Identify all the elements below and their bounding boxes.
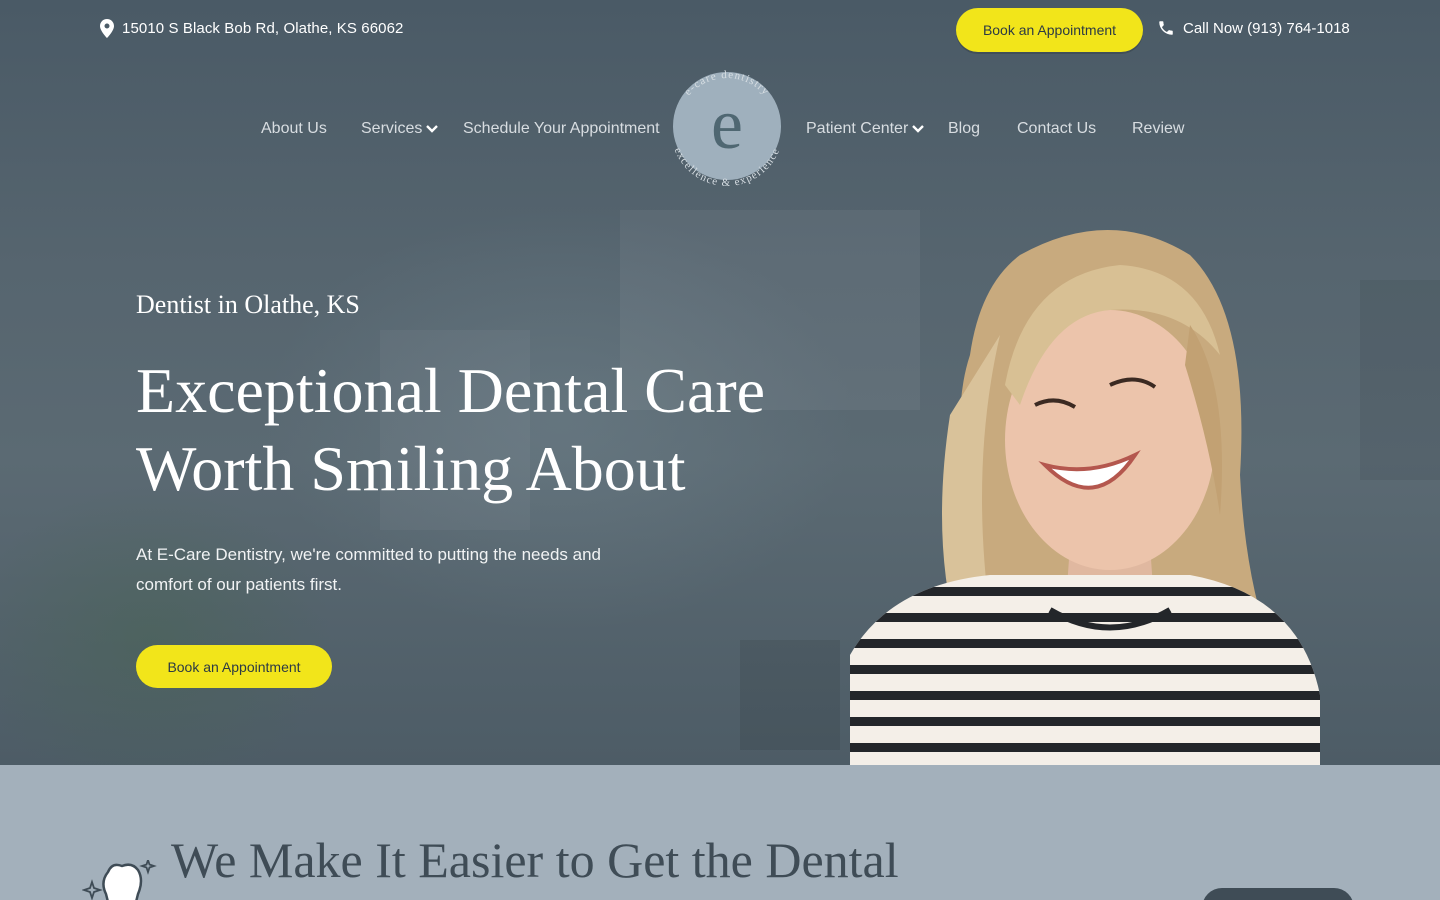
- nav-label: Services: [361, 120, 423, 137]
- hero-eyebrow: Dentist in Olathe, KS: [136, 290, 360, 319]
- nav-item-patient-center[interactable]: Patient Center: [806, 120, 925, 138]
- address-text: 15010 S Black Bob Rd, Olathe, KS 66062: [122, 20, 404, 37]
- hero-lede: At E-Care Dentistry, we're committed to …: [136, 545, 601, 594]
- top-bar: 15010 S Black Bob Rd, Olathe, KS 66062 B…: [0, 0, 1440, 60]
- headline-line-1: Exceptional Dental Care: [136, 355, 766, 426]
- smiling-woman-image: [850, 230, 1320, 765]
- nav-item-review[interactable]: Review: [1132, 120, 1184, 138]
- map-pin-icon: [100, 19, 114, 38]
- nav-item-services[interactable]: Services: [361, 120, 439, 138]
- nav-label: Schedule Your Appointment: [463, 120, 660, 137]
- easier-section: We Make It Easier to Get the Dental: [0, 765, 1440, 900]
- call-now-text: Call Now (913) 764-1018: [1183, 19, 1350, 37]
- nav-label: Review: [1132, 120, 1185, 137]
- nav-label: Blog: [948, 120, 981, 137]
- section-title: We Make It Easier to Get the Dental: [171, 832, 899, 888]
- nav-label: Contact Us: [1017, 120, 1097, 137]
- nav-item-schedule[interactable]: Schedule Your Appointment: [463, 120, 660, 138]
- nav-label: About Us: [261, 120, 327, 137]
- call-now-link[interactable]: Call Now (913) 764-1018: [1157, 19, 1350, 37]
- nav-item-contact-us[interactable]: Contact Us: [1017, 120, 1096, 138]
- nav-label: Patient Center: [806, 120, 909, 137]
- phone-icon: [1159, 21, 1173, 35]
- nav-item-about-us[interactable]: About Us: [261, 120, 327, 138]
- hero-headline: Exceptional Dental Care Worth Smiling Ab…: [136, 352, 816, 508]
- book-appointment-button[interactable]: Book an Appointment: [956, 8, 1143, 52]
- chevron-down-icon: [426, 125, 439, 133]
- section-action-button[interactable]: [1202, 888, 1354, 900]
- address-link[interactable]: 15010 S Black Bob Rd, Olathe, KS 66062: [100, 19, 403, 38]
- tooth-sparkle-icon: [82, 860, 157, 900]
- headline-line-2: Worth Smiling About: [136, 433, 686, 504]
- hero-book-appointment-button[interactable]: Book an Appointment: [136, 645, 332, 688]
- chevron-down-icon: [912, 125, 925, 133]
- nav-item-blog[interactable]: Blog: [948, 120, 980, 138]
- logo-letter: e: [711, 84, 743, 164]
- ecare-logo[interactable]: e-care dentistry e excellence & experien…: [665, 58, 789, 196]
